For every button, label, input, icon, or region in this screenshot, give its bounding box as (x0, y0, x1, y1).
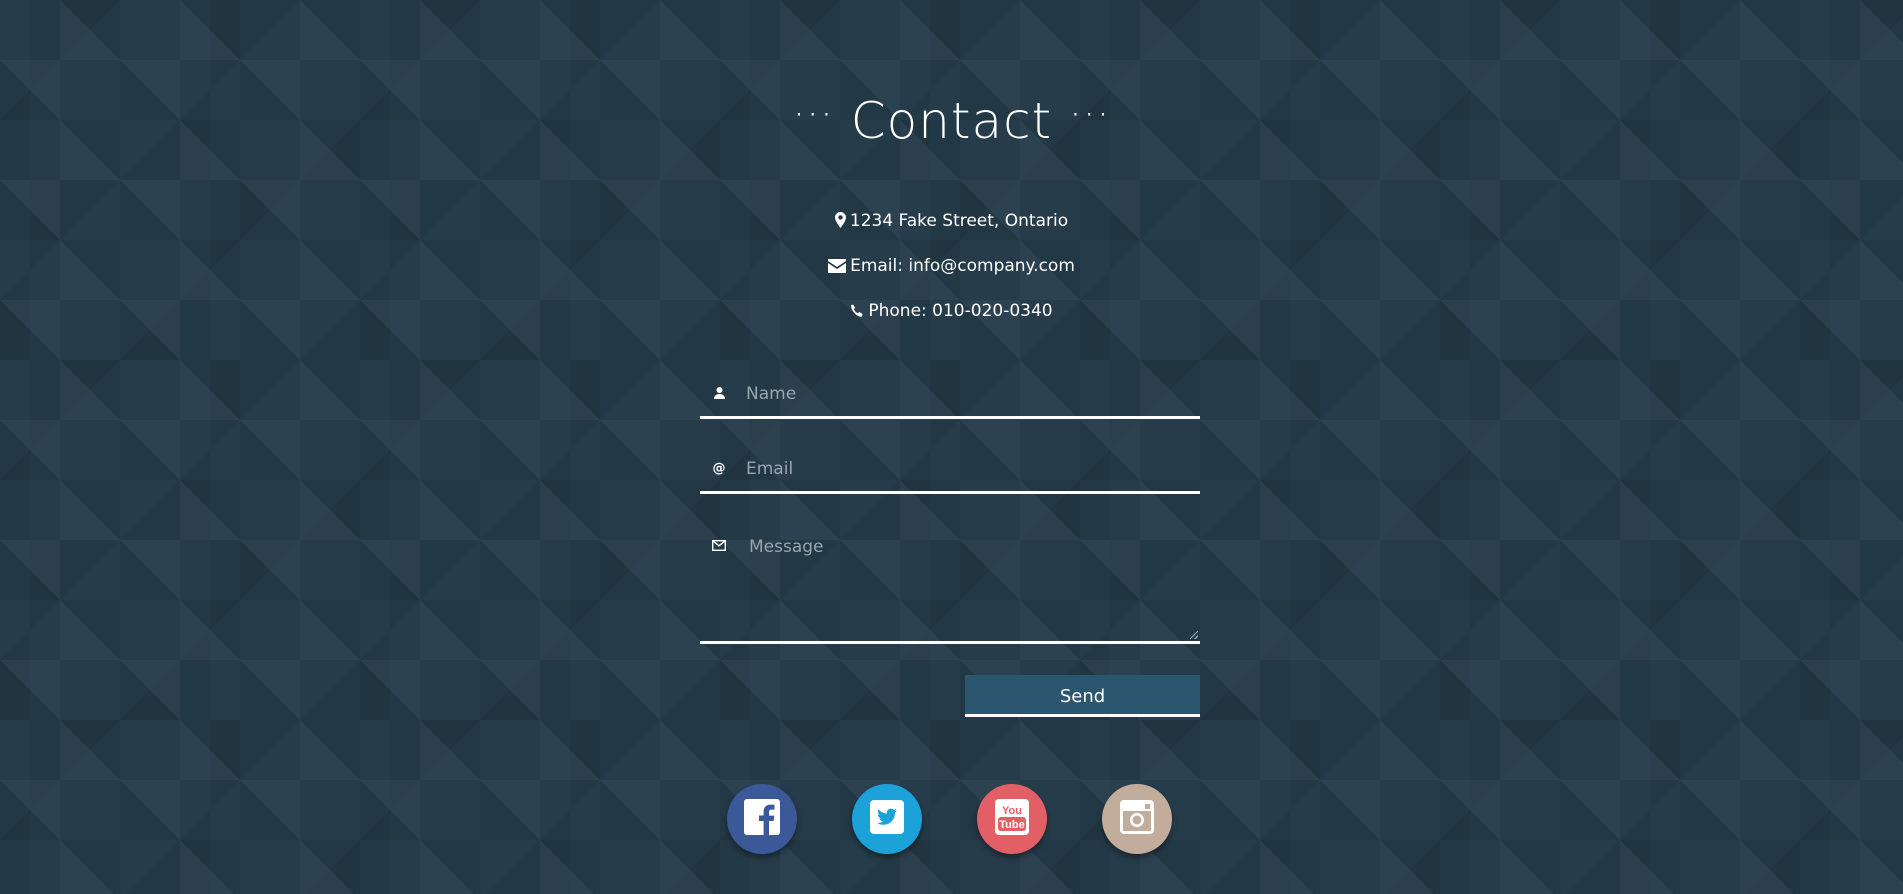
email-field: @ (700, 447, 1200, 494)
svg-text:Tube: Tube (999, 819, 1024, 831)
address-text: 1234 Fake Street, Ontario (849, 211, 1069, 231)
user-icon (710, 387, 728, 403)
instagram-button[interactable] (1102, 784, 1172, 854)
svg-text:You: You (1002, 805, 1022, 817)
message-textarea[interactable] (749, 537, 1194, 633)
name-input[interactable] (746, 383, 1194, 405)
contact-section: ··· Contact ··· 1234 Fake Street, Ontari… (0, 0, 1903, 894)
instagram-icon (1120, 800, 1154, 838)
twitter-icon (870, 800, 904, 838)
map-marker-icon (834, 212, 846, 234)
title-dots-left: ··· (792, 92, 834, 138)
address-line: 1234 Fake Street, Ontario (0, 210, 1903, 234)
name-field (700, 372, 1200, 419)
phone-line: Phone: 010-020-0340 (0, 300, 1903, 324)
envelope-icon (828, 257, 847, 279)
resize-handle[interactable] (1190, 631, 1198, 639)
at-icon: @ (712, 461, 726, 476)
title-dots-right: ··· (1069, 92, 1111, 138)
youtube-button[interactable]: You Tube (977, 784, 1047, 854)
phone-text: Phone: 010-020-0340 (868, 301, 1053, 321)
email-line: Email: info@company.com (0, 255, 1903, 279)
youtube-icon: You Tube (995, 799, 1029, 839)
facebook-button[interactable] (727, 784, 797, 854)
phone-icon (850, 302, 864, 324)
email-text: Email: info@company.com (850, 256, 1075, 276)
twitter-button[interactable] (852, 784, 922, 854)
facebook-icon (744, 799, 780, 839)
message-field (700, 523, 1200, 644)
envelope-outline-icon (710, 539, 728, 555)
title-text: Contact (850, 92, 1053, 150)
send-button[interactable]: Send (965, 675, 1200, 717)
email-input[interactable] (746, 458, 1194, 480)
page-title: ··· Contact ··· (0, 82, 1903, 154)
